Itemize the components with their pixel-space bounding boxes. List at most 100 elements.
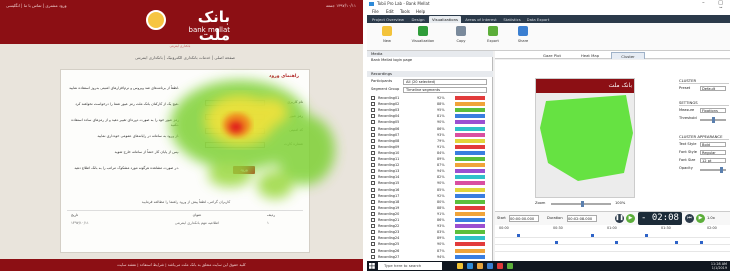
pause-icon[interactable]: ❚❚ (615, 214, 624, 223)
recording-checkbox[interactable] (371, 96, 375, 100)
recording-checkbox[interactable] (371, 150, 375, 155)
breadcrumb[interactable]: صفحه اصلی | خدمات بانکداری الکترونیک | ب… (60, 55, 310, 63)
recording-color-swatch[interactable] (455, 211, 485, 216)
recording-checkbox[interactable] (371, 230, 375, 235)
recording-color-swatch[interactable] (455, 199, 485, 204)
card-number-field[interactable] (205, 142, 265, 148)
recording-color-swatch[interactable] (455, 163, 485, 168)
duration-input[interactable]: 00:02:08.000 (567, 215, 597, 222)
recording-row[interactable]: Recording27 94% (371, 254, 489, 260)
recording-checkbox[interactable] (371, 157, 375, 161)
tab-visualizations[interactable]: Visualizations (429, 16, 461, 23)
event-marker[interactable] (517, 234, 520, 237)
windows-start-icon[interactable] (369, 263, 375, 269)
password-field[interactable] (205, 114, 265, 120)
start-time-input[interactable]: 00:00:00.000 (509, 215, 539, 222)
event-marker[interactable] (700, 241, 703, 244)
recording-checkbox[interactable] (371, 138, 375, 143)
app-taskbar-icon[interactable] (507, 263, 513, 269)
recording-checkbox[interactable] (371, 181, 375, 186)
menu-help[interactable]: Help (413, 8, 428, 15)
media-icon[interactable] (497, 263, 503, 269)
threshold-slider[interactable] (700, 117, 726, 123)
username-field[interactable] (205, 100, 265, 106)
copy-button[interactable]: Copy (447, 26, 475, 48)
event-marker[interactable] (591, 234, 594, 237)
menu-file[interactable]: File (369, 8, 382, 15)
event-marker[interactable] (675, 241, 678, 244)
cluster-overlay[interactable] (538, 93, 634, 183)
recording-color-swatch[interactable] (455, 242, 485, 247)
captcha-field[interactable] (205, 128, 265, 134)
recording-color-swatch[interactable] (455, 254, 485, 259)
recording-color-swatch[interactable] (455, 102, 485, 107)
recording-checkbox[interactable] (371, 218, 375, 222)
timeline[interactable]: 00:00 00:30 01:00 01:30 02:00 (495, 225, 730, 261)
recording-checkbox[interactable] (371, 163, 375, 168)
tab-heat-map[interactable]: Heat Map (573, 52, 607, 59)
tab-cluster[interactable]: Cluster (611, 52, 645, 59)
preset-select[interactable]: Default (700, 86, 726, 91)
recording-checkbox[interactable] (371, 224, 375, 229)
store-icon[interactable] (477, 263, 483, 269)
recording-checkbox[interactable] (371, 254, 375, 259)
tab-areas-of-interest[interactable]: Areas of Interest (463, 16, 499, 23)
recording-checkbox[interactable] (371, 169, 375, 174)
recording-checkbox[interactable] (371, 205, 375, 210)
font-style-select[interactable]: Regular (700, 150, 726, 155)
opacity-slider[interactable] (700, 167, 726, 173)
recording-color-swatch[interactable] (455, 181, 485, 186)
login-button[interactable]: ورود (233, 166, 255, 174)
slider-knob[interactable] (581, 201, 584, 207)
tab-gaze-plot[interactable]: Gaze Plot (535, 52, 569, 59)
recording-color-swatch[interactable] (455, 132, 485, 137)
folder-icon[interactable] (457, 263, 463, 269)
recording-checkbox[interactable] (371, 114, 375, 119)
play-icon[interactable]: ▶ (626, 214, 635, 223)
recording-color-swatch[interactable] (455, 218, 485, 222)
browser-icon[interactable] (467, 263, 473, 269)
recording-color-swatch[interactable] (455, 108, 485, 113)
tab-statistics[interactable]: Statistics (501, 16, 523, 23)
measure-select[interactable]: Fixations (700, 108, 726, 113)
system-tray[interactable]: 11:28 AM 1/1/2019 (673, 262, 727, 270)
recording-color-swatch[interactable] (455, 157, 485, 161)
recording-color-swatch[interactable] (455, 248, 485, 253)
segment-select[interactable]: Timeline segments (403, 87, 487, 93)
slider-knob[interactable] (712, 117, 715, 123)
menu-edit[interactable]: Edit (383, 8, 397, 15)
recording-checkbox[interactable] (371, 144, 375, 149)
recording-checkbox[interactable] (371, 132, 375, 137)
font-size-input[interactable]: 12 pt (700, 158, 726, 163)
recording-color-swatch[interactable] (455, 138, 485, 143)
participants-select[interactable]: All (20 selected) (403, 79, 487, 85)
recording-color-swatch[interactable] (455, 126, 485, 131)
share-button[interactable]: Share (509, 26, 537, 48)
speed-value[interactable]: 1.0x (707, 214, 729, 223)
recording-color-swatch[interactable] (455, 193, 485, 198)
rewind-icon[interactable]: ⏮ (685, 214, 694, 223)
recording-color-swatch[interactable] (455, 187, 485, 192)
recording-checkbox[interactable] (371, 120, 375, 125)
recording-checkbox[interactable] (371, 211, 375, 216)
play-forward-icon[interactable]: ▶ (696, 214, 705, 223)
new-button[interactable]: New (373, 26, 401, 48)
recording-color-swatch[interactable] (455, 150, 485, 155)
recording-checkbox[interactable] (371, 236, 375, 241)
recording-checkbox[interactable] (371, 126, 375, 131)
recording-checkbox[interactable] (371, 187, 375, 192)
taskbar-search[interactable]: Type here to search (378, 262, 442, 270)
event-marker[interactable] (645, 234, 648, 237)
bank-top-links[interactable]: ورود مشتری | تماس با ما | انگلیسی (6, 3, 106, 11)
event-marker[interactable] (555, 241, 558, 244)
recording-checkbox[interactable] (371, 199, 375, 204)
tab-design[interactable]: Design (409, 16, 427, 23)
recording-checkbox[interactable] (371, 248, 375, 253)
recording-color-swatch[interactable] (455, 175, 485, 180)
mail-icon[interactable] (487, 263, 493, 269)
recording-color-swatch[interactable] (455, 224, 485, 229)
tab-project-overview[interactable]: Project Overview (369, 16, 407, 23)
recording-checkbox[interactable] (371, 193, 375, 198)
recording-checkbox[interactable] (371, 175, 375, 180)
recording-color-swatch[interactable] (455, 120, 485, 125)
